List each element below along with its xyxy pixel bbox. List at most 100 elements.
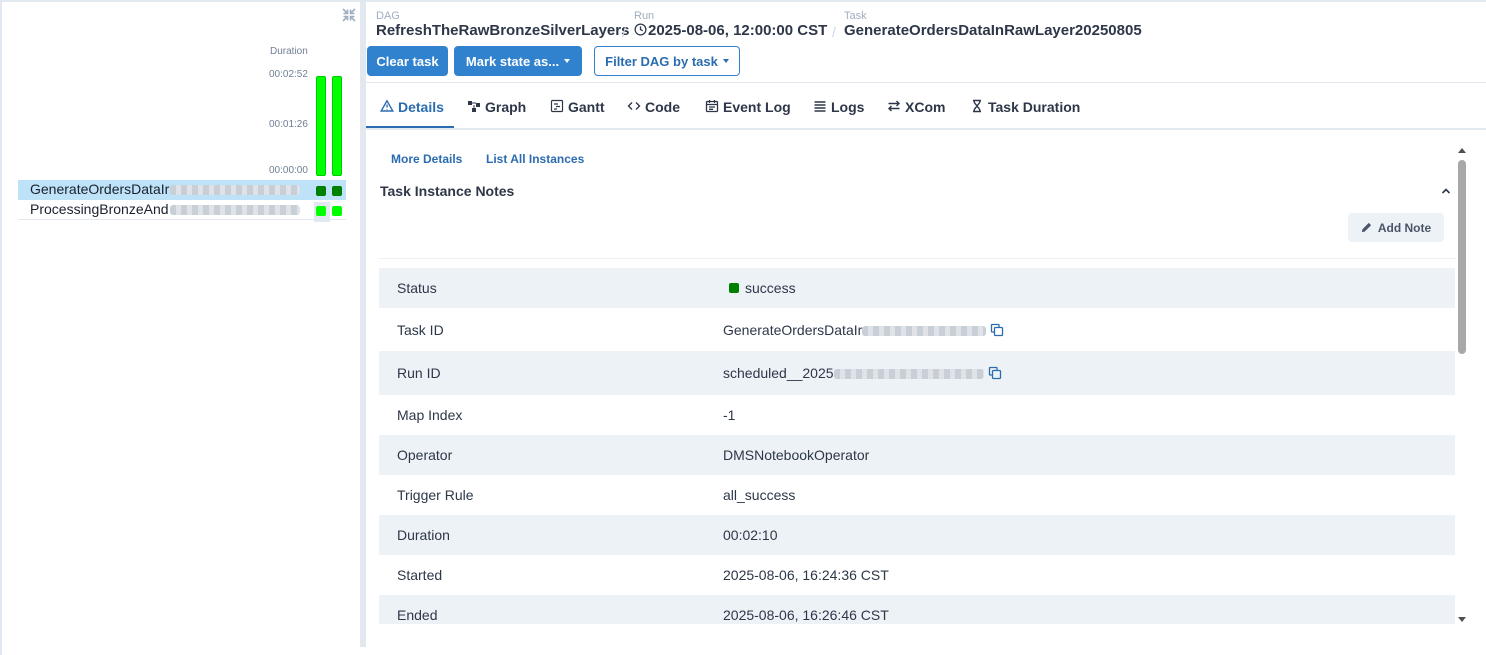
table-row-started: Started 2025-08-06, 16:24:36 CST <box>379 555 1455 595</box>
row-value: 2025-08-06, 16:26:46 CST <box>723 607 889 623</box>
breadcrumb-dag-value: RefreshTheRawBronzeSilverLayers <box>376 22 630 39</box>
duration-tick-zero: 00:00:00 <box>269 165 308 176</box>
chevron-up-icon[interactable] <box>1440 185 1452 197</box>
row-value: scheduled__2025 <box>723 365 1002 381</box>
arrows-icon <box>888 100 900 112</box>
task-instance-notes-title[interactable]: Task Instance Notes <box>380 183 514 199</box>
task-instance-cell[interactable] <box>332 186 342 196</box>
notes-divider <box>378 258 1456 259</box>
row-key: Duration <box>397 527 450 543</box>
task-instance-cell[interactable] <box>316 206 326 216</box>
airflow-task-instance-view: Duration 00:02:52 00:01:26 00:00:00 Gene… <box>0 0 1486 655</box>
tab-task-duration-label: Task Duration <box>988 99 1081 115</box>
row-key: Task ID <box>397 322 444 338</box>
tab-graph[interactable]: Graph <box>467 90 526 128</box>
tab-code[interactable]: Code <box>627 90 680 128</box>
table-row-run-id: Run ID scheduled__2025 <box>379 351 1455 395</box>
details-panel: DAG RefreshTheRawBronzeSilverLayers / Ru… <box>366 2 1486 647</box>
row-value: 00:02:10 <box>723 527 778 543</box>
task-id-text: GenerateOrdersDataIr <box>723 322 863 338</box>
row-value: DMSNotebookOperator <box>723 447 870 463</box>
breadcrumb-dag-label: DAG <box>376 10 400 22</box>
add-note-label: Add Note <box>1377 220 1432 235</box>
tab-xcom[interactable]: XCom <box>887 90 945 128</box>
row-value: all_success <box>723 487 796 503</box>
clear-task-button[interactable]: Clear task <box>367 46 448 76</box>
task-instance-cell[interactable] <box>316 186 326 196</box>
clear-task-label: Clear task <box>376 53 439 69</box>
collapse-icon[interactable] <box>340 6 358 24</box>
caret-down-icon <box>722 59 729 63</box>
breadcrumb-task-label: Task <box>844 10 867 22</box>
tab-logs-label: Logs <box>831 99 865 115</box>
hourglass-icon <box>973 99 981 113</box>
table-row-duration: Duration 00:02:10 <box>379 515 1455 555</box>
grid-row-task-1[interactable]: GenerateOrdersDataIr <box>18 180 346 200</box>
copy-icon[interactable] <box>988 366 1002 380</box>
breadcrumb-dag[interactable]: DAG RefreshTheRawBronzeSilverLayers <box>376 10 629 40</box>
graph-icon <box>468 101 480 112</box>
row-key: Trigger Rule <box>397 487 474 503</box>
table-row-ended: Ended 2025-08-06, 16:26:46 CST <box>379 595 1455 624</box>
table-row-task-id: Task ID GenerateOrdersDataIr <box>379 308 1455 351</box>
run-id-text: scheduled__2025 <box>723 365 834 381</box>
duration-tick-mid: 00:01:26 <box>269 119 308 130</box>
more-details-link[interactable]: More Details <box>391 152 462 166</box>
tab-gantt-label: Gantt <box>568 99 605 115</box>
tab-event-log[interactable]: Event Log <box>705 90 791 128</box>
redacted-text <box>170 205 300 215</box>
scrollbar-thumb[interactable] <box>1458 160 1466 354</box>
duration-axis-label: Duration <box>270 46 308 57</box>
copy-icon[interactable] <box>990 323 1004 337</box>
scroll-down-arrow-icon[interactable] <box>1458 617 1466 622</box>
breadcrumb-separator: / <box>832 24 836 40</box>
row-key: Operator <box>397 447 453 463</box>
caret-down-icon <box>564 59 571 63</box>
tab-logs[interactable]: Logs <box>813 90 864 128</box>
actions-divider <box>366 82 1486 83</box>
tab-event-log-label: Event Log <box>723 99 791 115</box>
tab-bar-underline <box>366 128 1486 130</box>
table-row-trigger-rule: Trigger Rule all_success <box>379 475 1455 515</box>
grid-panel: Duration 00:02:52 00:01:26 00:00:00 Gene… <box>2 2 360 647</box>
calendar-icon <box>705 100 719 113</box>
row-key: Started <box>397 567 443 583</box>
scroll-up-arrow-icon[interactable] <box>1458 148 1466 153</box>
warning-triangle-icon <box>380 99 394 112</box>
add-note-button[interactable]: Add Note <box>1348 213 1444 242</box>
redacted-text <box>170 185 300 195</box>
tab-details[interactable]: Details <box>366 90 454 128</box>
duration-bar-run-1[interactable] <box>316 76 326 176</box>
tab-gantt[interactable]: Gantt <box>550 90 605 128</box>
row-key: Status <box>397 280 437 296</box>
filter-dag-button[interactable]: Filter DAG by task <box>594 46 740 76</box>
grid-row-task-2[interactable]: ProcessingBronzeAnd <box>18 200 346 220</box>
mark-state-button[interactable]: Mark state as... <box>454 46 582 76</box>
tab-xcom-label: XCom <box>905 99 946 115</box>
task-instance-details-table: Status success Task ID GenerateOrdersDat… <box>379 268 1455 624</box>
gantt-icon <box>550 99 564 113</box>
tab-details-label: Details <box>398 99 444 115</box>
task-instance-cell[interactable] <box>332 206 342 216</box>
breadcrumb-task[interactable]: Task GenerateOrdersDataInRawLayer2025080… <box>844 10 1142 40</box>
row-value: -1 <box>723 407 736 423</box>
tab-task-duration[interactable]: Task Duration <box>970 90 1080 128</box>
redacted-text <box>862 326 987 336</box>
breadcrumb-run[interactable]: Run 2025-08-06, 12:00:00 CST <box>634 10 827 40</box>
row-value: GenerateOrdersDataIr <box>723 322 1004 338</box>
status-text: success <box>745 280 796 296</box>
table-row-status: Status success <box>379 268 1455 308</box>
grid-row-label: ProcessingBronzeAnd <box>30 201 169 217</box>
duration-bar-run-2[interactable] <box>332 76 342 176</box>
row-key: Map Index <box>397 407 463 423</box>
vertical-scrollbar[interactable] <box>1456 146 1468 624</box>
breadcrumb-run-label: Run <box>634 10 655 22</box>
code-icon <box>627 102 641 110</box>
list-all-instances-link[interactable]: List All Instances <box>486 152 584 166</box>
breadcrumb-run-value: 2025-08-06, 12:00:00 CST <box>648 22 828 39</box>
row-key: Run ID <box>397 365 441 381</box>
pencil-icon <box>1361 222 1371 233</box>
breadcrumb-separator: / <box>622 24 626 40</box>
table-row-map-index: Map Index -1 <box>379 395 1455 435</box>
grid-row-label: GenerateOrdersDataIr <box>30 181 170 197</box>
